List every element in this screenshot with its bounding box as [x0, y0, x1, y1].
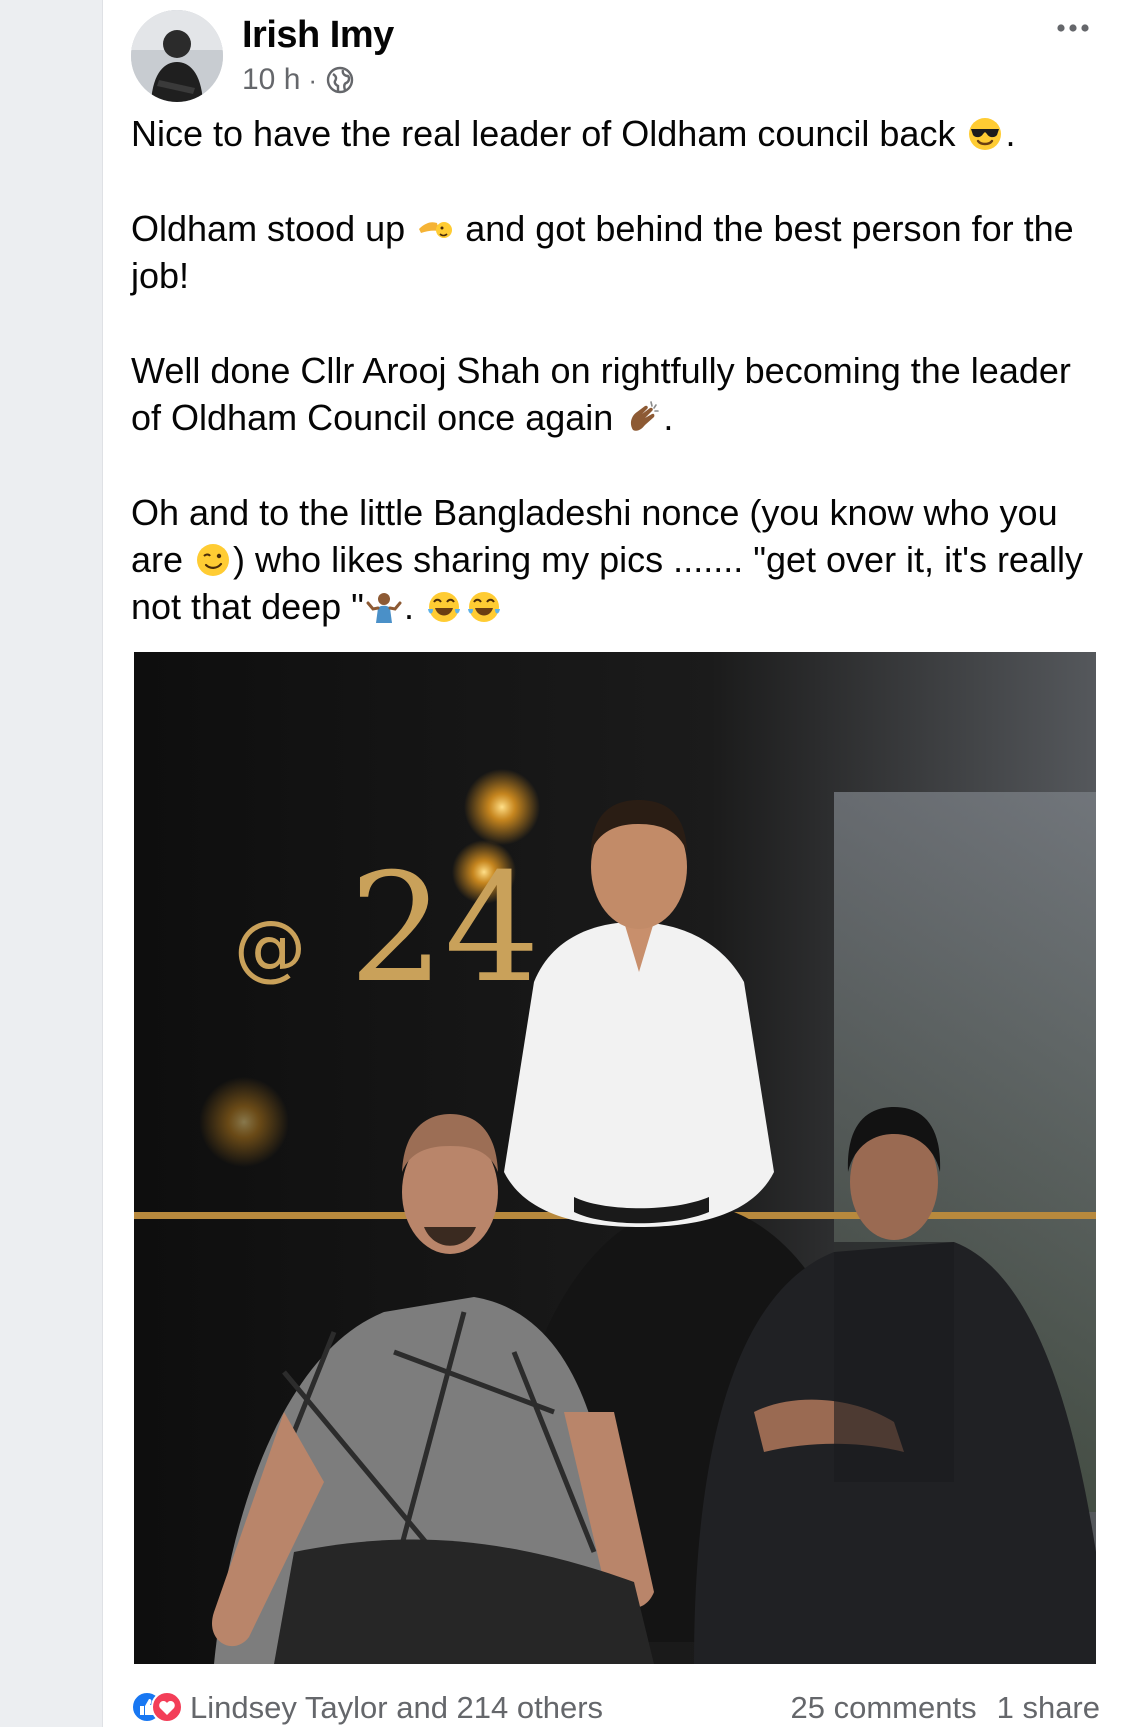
comments-count[interactable]: 25 comments — [791, 1690, 977, 1726]
sign-text: @ — [234, 905, 306, 989]
paragraph-tail: . — [403, 586, 414, 627]
paragraph-tail: . — [1005, 113, 1016, 154]
shares-count[interactable]: 1 share — [997, 1690, 1100, 1726]
likers-link[interactable]: Lindsey Taylor and 214 others — [190, 1690, 603, 1726]
paragraph-text: Nice to have the real leader of Oldham c… — [131, 113, 956, 154]
paragraph-text-continued: ) who likes sharing my pics ....... "get… — [131, 539, 1083, 627]
post-meta: 10 h · — [242, 60, 355, 100]
avatar[interactable] — [131, 10, 223, 102]
more-horizontal-icon[interactable] — [1045, 10, 1101, 46]
winking-face-emoji — [195, 542, 231, 578]
left-gutter — [0, 0, 103, 1727]
paragraph-tail: . — [663, 397, 674, 438]
post-paragraph: Oh and to the little Bangladeshi nonce (… — [131, 489, 1091, 630]
person-shrugging-emoji — [366, 589, 402, 625]
globe-icon[interactable] — [325, 65, 355, 95]
author-name[interactable]: Irish Imy — [242, 14, 394, 57]
saluting-hand-emoji — [417, 211, 453, 247]
tears-of-joy-emoji — [426, 589, 462, 625]
sign-number: 24 — [349, 842, 540, 1016]
post-paragraph: Well done Cllr Arooj Shah on rightfully … — [131, 347, 1091, 441]
clapping-hands-emoji — [625, 400, 661, 436]
paragraph-text: Well done Cllr Arooj Shah on rightfully … — [131, 350, 1071, 438]
post-card: Irish Imy 10 h · Nice to have the real l… — [103, 0, 1125, 1727]
post-text: Nice to have the real leader of Oldham c… — [131, 110, 1091, 678]
reactions-summary[interactable] — [130, 1690, 183, 1724]
post-footer: Lindsey Taylor and 214 others 25 comment… — [130, 1690, 1100, 1727]
engagement-stats: 25 comments 1 share — [791, 1690, 1100, 1726]
meta-separator: · — [308, 64, 318, 95]
smiling-sunglasses-emoji — [967, 116, 1003, 152]
tears-of-joy-emoji — [466, 589, 502, 625]
post-paragraph: Oldham stood up and got behind the best … — [131, 205, 1091, 299]
post-timestamp[interactable]: 10 h — [242, 63, 300, 97]
post-paragraph: Nice to have the real leader of Oldham c… — [131, 110, 1091, 157]
paragraph-text: Oldham stood up — [131, 208, 406, 249]
post-photo[interactable]: @ 24 — [134, 652, 1096, 1664]
